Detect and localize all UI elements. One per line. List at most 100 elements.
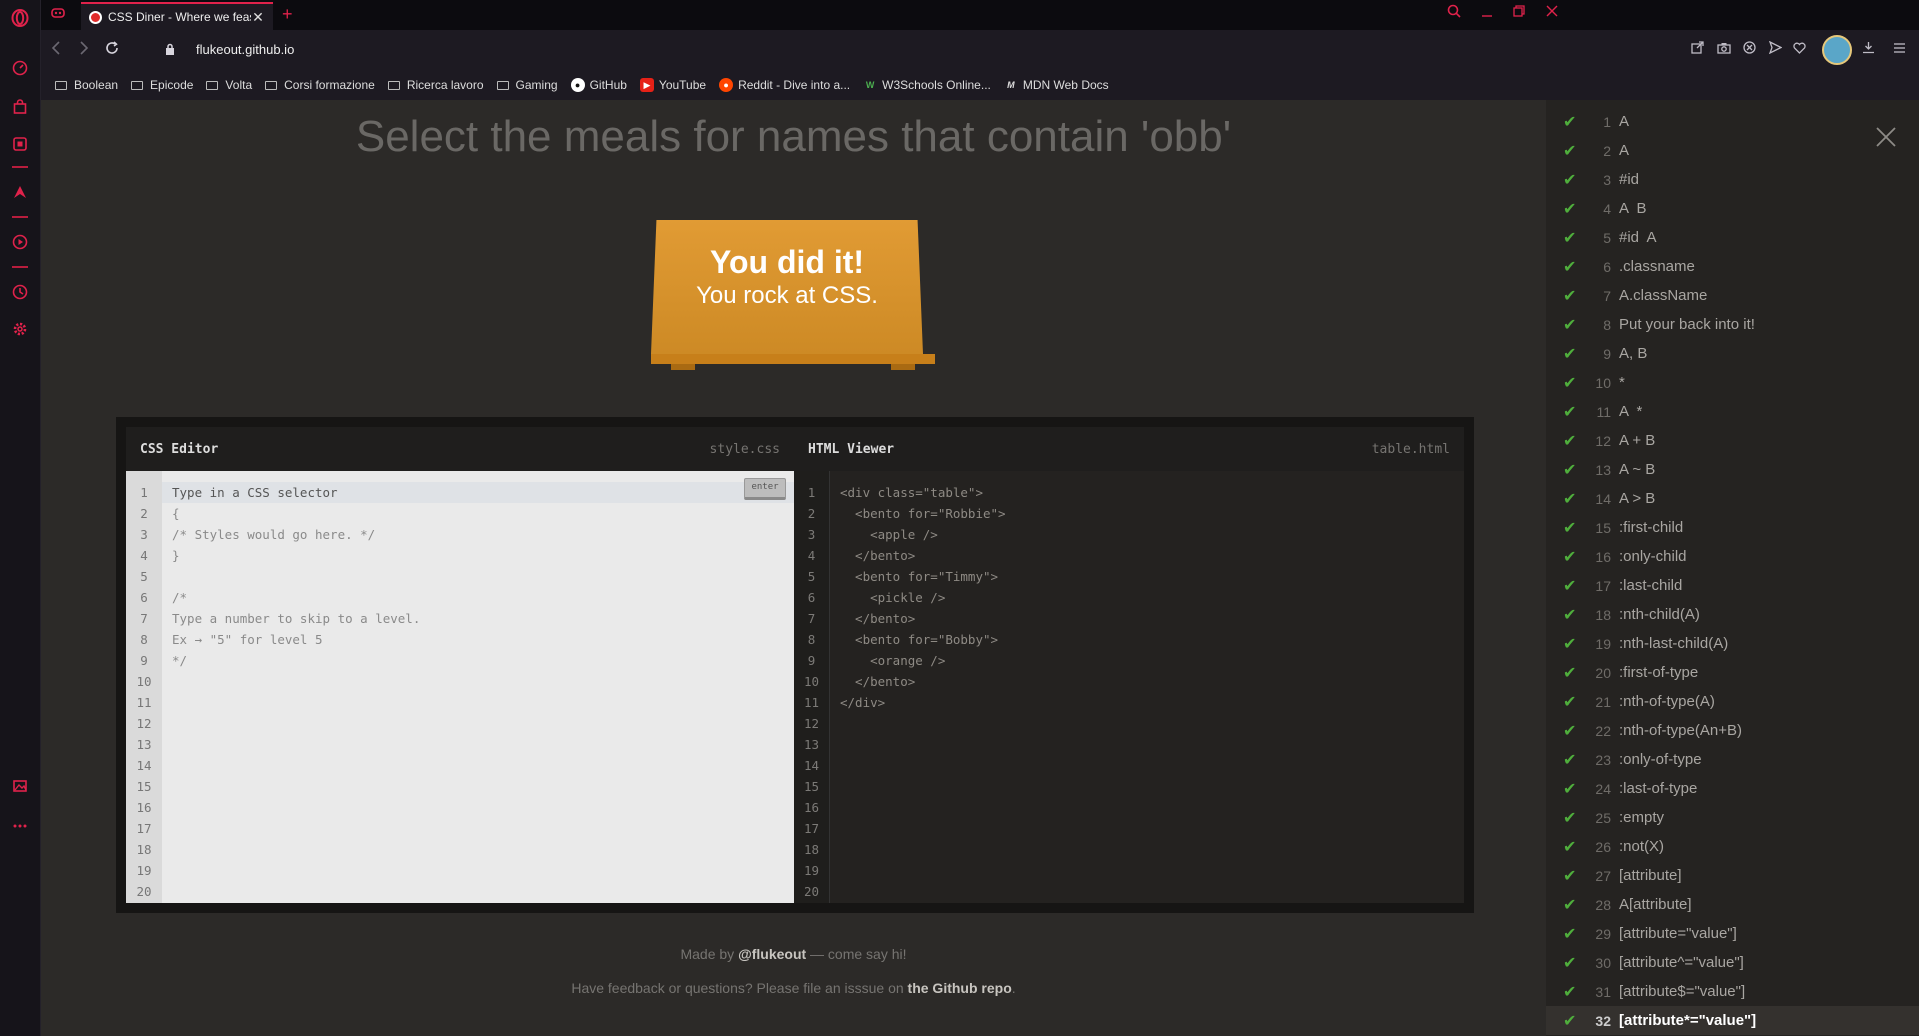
history-clock-icon[interactable] [10, 282, 30, 302]
search-tabs-icon[interactable] [1447, 4, 1461, 21]
bookmark-w3schools[interactable]: W W3Schools Online... [863, 78, 991, 92]
level-label: A.className [1619, 287, 1708, 304]
level-item-6[interactable]: ✔ 6 .classname [1546, 252, 1919, 281]
level-item-26[interactable]: ✔ 26:not(X) [1546, 832, 1919, 861]
level-number: 32 [1595, 1012, 1611, 1029]
level-item-30[interactable]: ✔ 30 [attribute^="value"] [1546, 948, 1919, 977]
level-item-2[interactable]: ✔ 2 A [1546, 136, 1919, 165]
bookmark-gaming[interactable]: Gaming [496, 78, 558, 92]
bookmark-github[interactable]: ● GitHub [570, 78, 627, 92]
new-tab-plus-icon[interactable]: + [282, 4, 293, 25]
level-item-24[interactable]: ✔ 24:last-of-type [1546, 774, 1919, 803]
adblock-icon[interactable] [1743, 41, 1756, 57]
markup-line[interactable]: <pickle /> [840, 587, 1454, 608]
reload-icon[interactable] [105, 41, 119, 60]
more-dots-icon[interactable] [10, 816, 30, 836]
line-number: 18 [803, 842, 820, 857]
checkmark-icon: ✔ [1563, 838, 1577, 856]
restore-icon[interactable] [1513, 4, 1525, 20]
level-item-5[interactable]: ✔ 5 #id A [1546, 223, 1919, 252]
level-item-31[interactable]: ✔ 31 [attribute$="value"] [1546, 977, 1919, 1006]
image-gallery-icon[interactable] [10, 776, 30, 796]
bookmark-reddit[interactable]: ● Reddit - Dive into a... [719, 78, 850, 92]
level-item-10[interactable]: ✔ 10 * [1546, 368, 1919, 397]
minimize-icon[interactable] [1481, 4, 1493, 21]
close-levels-icon[interactable] [1875, 122, 1897, 156]
forward-icon[interactable] [79, 41, 89, 60]
shopping-bag-icon[interactable] [10, 97, 30, 117]
bookmark-volta[interactable]: Volta [206, 78, 252, 92]
bookmark-epicode[interactable]: Epicode [131, 78, 193, 92]
enter-button[interactable]: enter [744, 478, 786, 500]
markup-line[interactable]: </bento> [840, 671, 1454, 692]
css-selector-input[interactable]: Type in a CSS selector [172, 482, 784, 503]
back-icon[interactable] [51, 41, 61, 60]
close-window-icon[interactable] [1546, 4, 1558, 20]
speed-dial-icon[interactable] [10, 58, 30, 78]
level-item-13[interactable]: ✔ 13 A ~ B [1546, 455, 1919, 484]
aria-icon[interactable] [10, 182, 30, 202]
level-item-15[interactable]: ✔ 15:first-child [1546, 513, 1919, 542]
level-number: 8 [1603, 316, 1611, 333]
markup-line[interactable]: </bento> [840, 608, 1454, 629]
bookmark-boolean[interactable]: Boolean [55, 78, 118, 92]
bookmark-youtube[interactable]: ▶ YouTube [639, 78, 706, 92]
markup-line[interactable]: <apple /> [840, 524, 1454, 545]
easy-setup-menu-icon[interactable] [1893, 41, 1906, 57]
download-icon[interactable] [1862, 41, 1875, 57]
level-item-1[interactable]: ✔ 1 A [1546, 107, 1919, 136]
close-tab-icon[interactable]: ✕ [251, 9, 265, 26]
workspaces-icon[interactable] [49, 6, 67, 24]
settings-gear-icon[interactable] [10, 319, 30, 339]
send-to-flow-icon[interactable] [1691, 41, 1704, 57]
level-item-4[interactable]: ✔ 4 A B [1546, 194, 1919, 223]
level-item-17[interactable]: ✔ 17:last-child [1546, 571, 1919, 600]
bookmark-ricerca-lavoro[interactable]: Ricerca lavoro [387, 78, 484, 92]
send-arrow-icon[interactable] [1768, 40, 1783, 57]
heart-icon[interactable] [1793, 41, 1806, 57]
markup-line[interactable]: <orange /> [840, 650, 1454, 671]
level-item-22[interactable]: ✔ 22:nth-of-type(An+B) [1546, 716, 1919, 745]
markup-line[interactable]: <bento for="Timmy"> [840, 566, 1454, 587]
video-play-icon[interactable] [10, 232, 30, 252]
level-number: 14 [1595, 490, 1611, 507]
level-item-7[interactable]: ✔ 7 A.className [1546, 281, 1919, 310]
markup-line[interactable]: <bento for="Robbie"> [840, 503, 1454, 524]
level-item-18[interactable]: ✔ 18:nth-child(A) [1546, 600, 1919, 629]
table-top: You did it! You rock at CSS. [651, 220, 923, 354]
level-item-25[interactable]: ✔ 25:empty [1546, 803, 1919, 832]
level-item-8[interactable]: ✔ 8 Put your back into it! [1546, 310, 1919, 339]
css-editor-filename: style.css [709, 441, 780, 457]
url-field[interactable]: flukeout.github.io [196, 42, 294, 57]
markup-line[interactable]: </div> [840, 692, 1454, 713]
line-number: 11 [136, 695, 152, 710]
author-link[interactable]: @flukeout [738, 946, 806, 962]
level-item-32[interactable]: ✔ 32 [attribute*="value"] [1546, 1006, 1919, 1035]
level-item-9[interactable]: ✔ 9 A, B [1546, 339, 1919, 368]
level-item-11[interactable]: ✔ 11 A * [1546, 397, 1919, 426]
bookmark-corsi-formazione[interactable]: Corsi formazione [265, 78, 375, 92]
level-item-27[interactable]: ✔ 27 [attribute] [1546, 861, 1919, 890]
snapshot-camera-icon[interactable] [1717, 41, 1731, 57]
markup-line[interactable]: <bento for="Bobby"> [840, 629, 1454, 650]
github-repo-link[interactable]: the Github repo [908, 980, 1012, 996]
level-item-16[interactable]: ✔ 16:only-child [1546, 542, 1919, 571]
tab-css-diner[interactable]: CSS Diner - Where we feast ✕ [81, 2, 273, 30]
checkmark-icon: ✔ [1563, 780, 1577, 798]
secure-lock-icon[interactable] [165, 42, 175, 55]
opera-logo-icon[interactable] [10, 8, 30, 28]
level-item-12[interactable]: ✔ 12 A + B [1546, 426, 1919, 455]
profile-avatar[interactable] [1822, 35, 1852, 65]
markup-line[interactable]: <div class="table"> [840, 482, 1454, 503]
level-item-20[interactable]: ✔ 20:first-of-type [1546, 658, 1919, 687]
level-item-23[interactable]: ✔ 23:only-of-type [1546, 745, 1919, 774]
level-item-14[interactable]: ✔ 14 A > B [1546, 484, 1919, 513]
level-item-21[interactable]: ✔ 21:nth-of-type(A) [1546, 687, 1919, 716]
bookmark-mdn[interactable]: M MDN Web Docs [1004, 78, 1109, 92]
level-item-19[interactable]: ✔ 19:nth-last-child(A) [1546, 629, 1919, 658]
player-icon[interactable] [10, 134, 30, 154]
level-item-28[interactable]: ✔ 28 A[attribute] [1546, 890, 1919, 919]
markup-line[interactable]: </bento> [840, 545, 1454, 566]
level-item-29[interactable]: ✔ 29 [attribute="value"] [1546, 919, 1919, 948]
level-item-3[interactable]: ✔ 3 #id [1546, 165, 1919, 194]
